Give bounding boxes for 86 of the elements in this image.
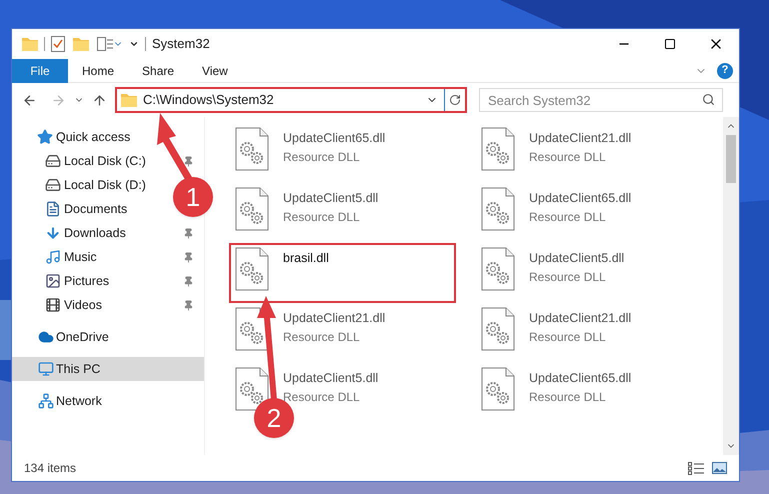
gear-file-icon <box>481 307 515 351</box>
refresh-icon[interactable] <box>449 94 461 106</box>
download-icon <box>45 225 61 241</box>
sidebar-label: Quick access <box>56 128 130 146</box>
address-path: C:\Windows\System32 <box>143 91 274 110</box>
sidebar-label: Documents <box>64 200 128 218</box>
address-bar[interactable]: C:\Windows\System32 <box>115 87 467 113</box>
sidebar-label: Local Disk (C:) <box>64 152 146 170</box>
file-type: Resource DLL <box>283 328 361 346</box>
gear-file-icon <box>235 367 269 411</box>
file-name: brasil.dll <box>283 250 329 267</box>
file-type: Resource DLL <box>529 148 607 166</box>
ribbon-tab[interactable]: Home <box>68 58 128 82</box>
sidebar-label: OneDrive <box>56 328 109 346</box>
sidebar-item[interactable]: OneDrive <box>12 325 119 349</box>
gear-file-icon <box>481 247 515 291</box>
sidebar-label: Pictures <box>64 272 110 290</box>
maximize-icon <box>664 38 676 50</box>
sidebar-item[interactable]: Documents <box>12 197 138 221</box>
file-name: UpdateClient5.dll <box>283 370 378 387</box>
music-icon <box>45 249 61 265</box>
file-name: UpdateClient65.dll <box>283 130 386 147</box>
file-type: Resource DLL <box>529 208 607 226</box>
sidebar-item[interactable]: Quick access <box>12 125 140 149</box>
gear-file-icon <box>481 187 515 231</box>
drive-icon <box>45 177 61 193</box>
folder-icon <box>22 37 38 51</box>
sidebar-item[interactable]: Network <box>12 389 112 413</box>
gear-file-icon <box>235 127 269 171</box>
ribbon-tab[interactable]: Share <box>128 58 188 82</box>
sidebar-label: Music <box>64 248 97 266</box>
file-name: UpdateClient21.dll <box>529 310 632 327</box>
file-name: UpdateClient5.dll <box>529 250 624 267</box>
details-view-icon[interactable] <box>688 462 704 474</box>
sidebar-item[interactable]: Music <box>12 245 204 269</box>
sidebar-label: This PC <box>56 360 100 378</box>
scrollbar[interactable] <box>723 117 739 455</box>
sidebar-item[interactable]: Pictures <box>12 269 204 293</box>
cloud-icon <box>37 329 55 345</box>
file-type: Resource DLL <box>529 388 607 406</box>
ribbon-tab[interactable]: View <box>188 58 242 82</box>
help-button[interactable]: ? <box>717 62 733 78</box>
file-type: Resource DLL <box>283 148 361 166</box>
up-icon[interactable] <box>92 92 107 108</box>
file-type: Resource DLL <box>529 268 607 286</box>
gear-file-icon <box>481 127 515 171</box>
customize-icon[interactable] <box>129 39 139 49</box>
file-name: UpdateClient5.dll <box>283 190 378 207</box>
sidebar-item[interactable]: Downloads <box>12 221 204 245</box>
file-type: Resource DLL <box>283 208 361 226</box>
gear-file-icon <box>235 247 269 291</box>
sidebar-item[interactable]: Local Disk (D:) <box>12 173 156 197</box>
item-count: 134 items <box>24 460 76 477</box>
folder-icon <box>121 93 137 107</box>
highlighted-file-item[interactable]: brasil.dll <box>229 243 456 303</box>
back-icon[interactable] <box>22 92 37 108</box>
file-type: Resource DLL <box>529 328 607 346</box>
search-field[interactable]: Search System32 <box>479 88 723 112</box>
window-title: System32 <box>152 35 210 54</box>
film-icon <box>45 297 61 313</box>
computer-icon <box>37 361 55 377</box>
file-tab[interactable]: File <box>12 58 68 82</box>
scroll-thumb[interactable] <box>726 135 736 183</box>
file-name: UpdateClient21.dll <box>529 130 632 147</box>
gear-file-icon <box>235 187 269 231</box>
sidebar-label: Downloads <box>64 224 126 242</box>
search-icon <box>702 93 715 106</box>
checklist-icon <box>51 36 65 52</box>
file-name: UpdateClient21.dll <box>283 310 386 327</box>
picture-icon <box>45 273 61 289</box>
sidebar-label: Local Disk (D:) <box>64 176 146 194</box>
star-icon <box>37 129 53 145</box>
network-icon <box>37 393 55 409</box>
drive-icon <box>45 153 61 169</box>
file-name: UpdateClient65.dll <box>529 190 632 207</box>
sidebar-item[interactable]: This PC <box>12 357 204 381</box>
sidebar-label: Videos <box>64 296 102 314</box>
sidebar-label: Network <box>56 392 102 410</box>
sidebar-item[interactable]: Local Disk (C:) <box>12 149 204 173</box>
document-icon <box>45 201 61 217</box>
gear-file-icon <box>481 367 515 411</box>
properties-icon <box>97 37 113 51</box>
file-name: UpdateClient65.dll <box>529 370 632 387</box>
thumbnail-view-icon[interactable] <box>712 462 727 474</box>
sidebar-item[interactable]: Videos <box>12 293 204 317</box>
folder-icon <box>73 37 89 51</box>
